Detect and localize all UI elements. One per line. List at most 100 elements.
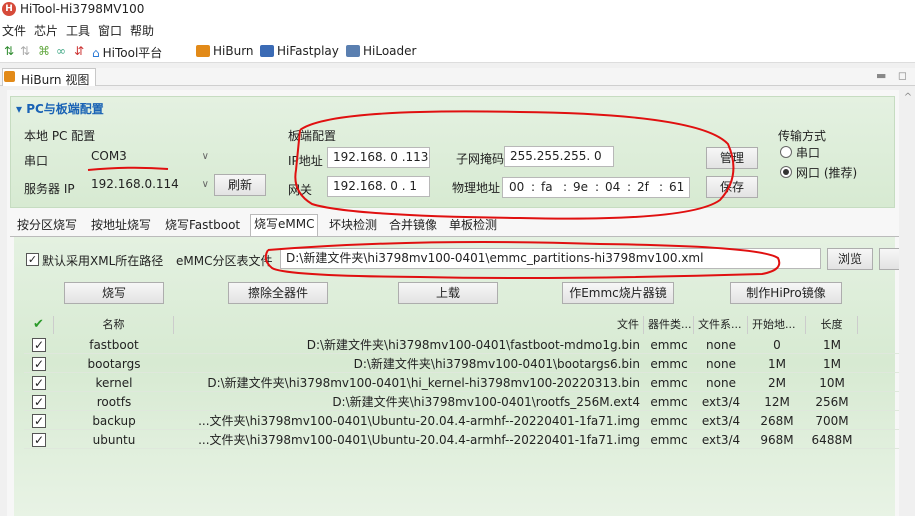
- toolbar-hitool-platform[interactable]: ⌂ HiTool平台: [92, 44, 162, 61]
- chevron-down-icon: ∨: [201, 179, 209, 190]
- tab-board-check[interactable]: 单板检测: [446, 216, 500, 236]
- default-xml-checkbox[interactable]: ✓: [26, 253, 39, 266]
- radio-serial[interactable]: [780, 146, 792, 158]
- ip-address-field[interactable]: 192.168. 0 .113: [327, 147, 430, 168]
- row-device: emmc: [650, 414, 688, 428]
- row-checkbox[interactable]: ✓: [32, 395, 46, 409]
- connect-icon[interactable]: ⇅: [4, 44, 14, 58]
- row-name: bootargs: [87, 357, 141, 371]
- header-file[interactable]: 文件: [174, 316, 644, 334]
- partition-file-field[interactable]: D:\新建文件夹\hi3798mv100-0401\emmc_partition…: [280, 248, 821, 269]
- row-device: emmc: [650, 376, 688, 390]
- local-pc-config-label: 本地 PC 配置: [24, 129, 96, 143]
- row-start: 0: [773, 338, 781, 352]
- radio-network[interactable]: [780, 166, 792, 178]
- link-icon[interactable]: ∞: [56, 44, 66, 58]
- swap-icon[interactable]: ⇵: [74, 44, 84, 58]
- server-ip-combo[interactable]: 192.168.0.114 ∨: [86, 175, 214, 196]
- scroll-up-icon[interactable]: ^: [901, 92, 915, 103]
- row-file[interactable]: D:\新建文件夹\hi3798mv100-0401\bootargs6.bin: [174, 355, 644, 373]
- header-filesystem[interactable]: 文件系...: [694, 316, 748, 334]
- header-start-address[interactable]: 开始地...: [748, 316, 806, 334]
- radio-network-label: 网口 (推荐): [796, 166, 858, 180]
- toolbar-hifastplay[interactable]: HiFastplay: [260, 44, 339, 58]
- loader-icon: [346, 45, 360, 57]
- row-length: 10M: [819, 376, 845, 390]
- mac-separator: :: [627, 180, 632, 194]
- mac-part: 2f: [637, 180, 649, 194]
- toolbar-hiloader[interactable]: HiLoader: [346, 44, 416, 58]
- toolbar-hiburn[interactable]: HiBurn: [196, 44, 254, 58]
- gateway-field[interactable]: 192.168. 0 . 1: [327, 176, 430, 197]
- mac-separator: :: [563, 180, 568, 194]
- minimize-maximize-icon[interactable]: ▬ ◻: [876, 69, 911, 82]
- extra-button[interactable]: [879, 248, 899, 270]
- menu-tools[interactable]: 工具: [66, 22, 90, 39]
- make-emmc-image-button[interactable]: 作Emmc烧片器镜: [562, 282, 674, 304]
- erase-all-button[interactable]: 擦除全器件: [228, 282, 328, 304]
- row-checkbox[interactable]: ✓: [32, 414, 46, 428]
- burn-button[interactable]: 烧写: [64, 282, 164, 304]
- serial-value: COM3: [91, 149, 127, 163]
- row-file[interactable]: D:\新建文件夹\hi3798mv100-0401\fastboot-mdmo1…: [174, 336, 644, 354]
- row-checkbox[interactable]: ✓: [32, 338, 46, 352]
- table-row[interactable]: ✓ rootfs D:\新建文件夹\hi3798mv100-0401\rootf…: [24, 393, 899, 411]
- hitool-logo-icon: H: [2, 2, 16, 16]
- tab-burn-by-address[interactable]: 按地址烧写: [88, 216, 154, 236]
- manage-button[interactable]: 管理: [706, 147, 758, 169]
- table-row[interactable]: ✓ bootargs D:\新建文件夹\hi3798mv100-0401\boo…: [24, 355, 899, 373]
- row-length: 1M: [823, 338, 841, 352]
- pc-config-header[interactable]: ▾ PC与板端配置: [16, 100, 104, 117]
- menu-help[interactable]: 帮助: [130, 22, 154, 39]
- row-device: emmc: [650, 357, 688, 371]
- row-file[interactable]: ...文件夹\hi3798mv100-0401\Ubuntu-20.04.4-a…: [174, 412, 644, 430]
- upload-button[interactable]: 上载: [398, 282, 498, 304]
- menu-window[interactable]: 窗口: [98, 22, 122, 39]
- row-start: 2M: [768, 376, 786, 390]
- tab-merge-image[interactable]: 合并镜像: [386, 216, 440, 236]
- row-file[interactable]: ...文件夹\hi3798mv100-0401\Ubuntu-20.04.4-a…: [174, 431, 644, 449]
- row-start: 12M: [764, 395, 790, 409]
- row-length: 256M: [815, 395, 849, 409]
- mac-address-field[interactable]: 00 : fa : 9e : 04 : 2f : 61: [502, 177, 690, 198]
- tab-burn-emmc[interactable]: 烧写eMMC: [250, 214, 319, 236]
- row-fs: none: [706, 357, 736, 371]
- table-row[interactable]: ✓ fastboot D:\新建文件夹\hi3798mv100-0401\fas…: [24, 336, 899, 354]
- row-length: 1M: [823, 357, 841, 371]
- toolbar: ⇅ ⇅ ⌘ ∞ ⇵ ⌂ HiTool平台 HiBurn HiFastplay H…: [0, 39, 915, 63]
- table-row[interactable]: ✓ kernel D:\新建文件夹\hi3798mv100-0401\hi_ke…: [24, 374, 899, 392]
- row-file[interactable]: D:\新建文件夹\hi3798mv100-0401\hi_kernel-hi37…: [174, 374, 644, 392]
- tab-burn-fastboot[interactable]: 烧写Fastboot: [162, 216, 243, 236]
- mac-part: 9e: [573, 180, 589, 194]
- table-row[interactable]: ✓ ubuntu ...文件夹\hi3798mv100-0401\Ubuntu-…: [24, 431, 899, 449]
- disconnect-icon[interactable]: ⇅: [20, 44, 30, 58]
- tab-burn-by-partition[interactable]: 按分区烧写: [14, 216, 80, 236]
- select-all-check-icon[interactable]: ✔: [24, 316, 54, 334]
- menu-chip[interactable]: 芯片: [34, 22, 58, 39]
- chip-icon[interactable]: ⌘: [38, 44, 50, 58]
- view-tab-bar: HiBurn 视图 ▬ ◻: [0, 68, 915, 87]
- make-hipro-image-button[interactable]: 制作HiPro镜像: [730, 282, 842, 304]
- mac-separator: :: [531, 180, 536, 194]
- header-device-type[interactable]: 器件类...: [644, 316, 694, 334]
- subnet-mask-field[interactable]: 255.255.255. 0: [504, 146, 614, 167]
- browse-button[interactable]: 浏览: [827, 248, 873, 270]
- subnet-mask-label: 子网掩码: [456, 152, 505, 166]
- row-checkbox[interactable]: ✓: [32, 433, 46, 447]
- radio-serial-label: 串口: [796, 146, 821, 160]
- hiburn-view-tab[interactable]: HiBurn 视图: [2, 68, 97, 87]
- header-length[interactable]: 长度: [806, 316, 858, 334]
- header-name[interactable]: 名称: [54, 316, 174, 334]
- row-file[interactable]: D:\新建文件夹\hi3798mv100-0401\rootfs_256M.ex…: [174, 393, 644, 411]
- menu-file[interactable]: 文件: [2, 22, 26, 39]
- row-checkbox[interactable]: ✓: [32, 376, 46, 390]
- row-checkbox[interactable]: ✓: [32, 357, 46, 371]
- transfer-mode-label: 传输方式: [778, 129, 827, 143]
- serial-combo[interactable]: COM3 ∨: [86, 147, 214, 168]
- save-button[interactable]: 保存: [706, 176, 758, 198]
- tab-bad-block-check[interactable]: 坏块检测: [326, 216, 380, 236]
- table-row[interactable]: ✓ backup ...文件夹\hi3798mv100-0401\Ubuntu-…: [24, 412, 899, 430]
- mac-part: 61: [669, 180, 685, 194]
- refresh-button[interactable]: 刷新: [214, 174, 266, 196]
- default-xml-label: 默认采用XML所在路径: [42, 254, 164, 268]
